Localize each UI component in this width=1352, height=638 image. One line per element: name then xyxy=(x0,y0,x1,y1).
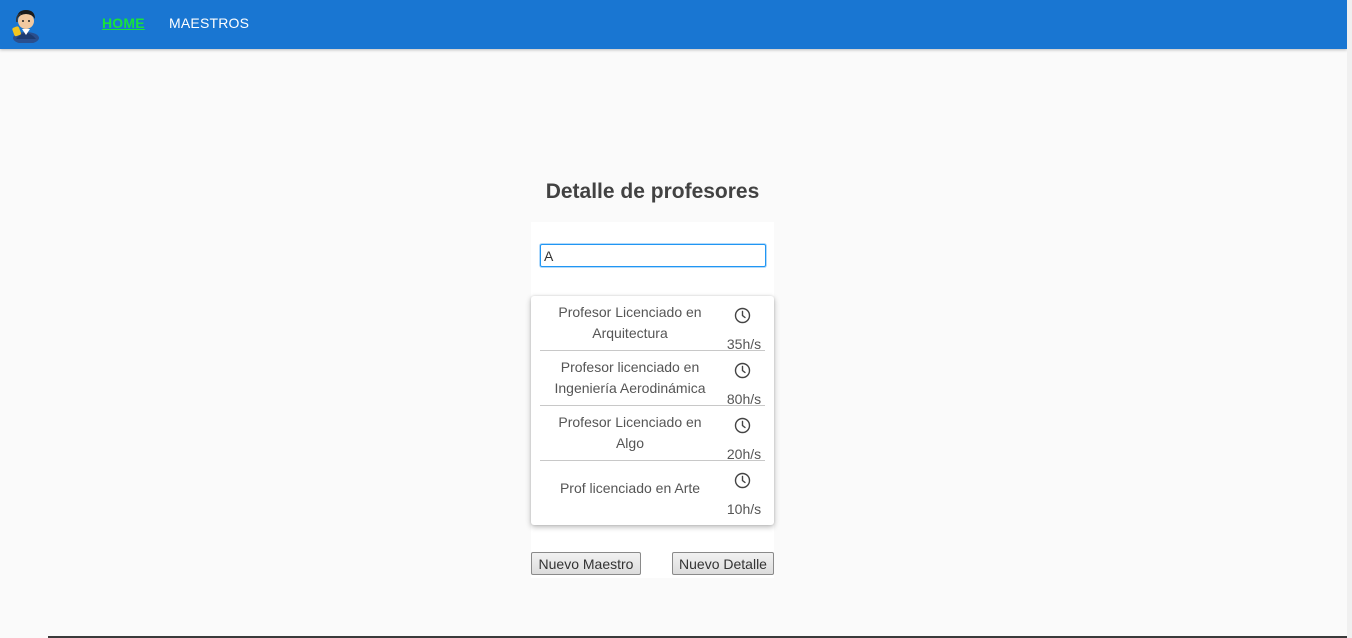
clock-icon xyxy=(734,307,751,324)
result-description-line: Ingeniería Aerodinámica xyxy=(554,380,706,396)
result-description-line: Algo xyxy=(615,435,644,451)
nav-maestros-link[interactable]: MAESTROS xyxy=(169,15,249,31)
result-item[interactable]: Profesor licenciado en Ingeniería Aerodin… xyxy=(540,351,765,407)
result-hours: 80h/s xyxy=(726,391,762,407)
result-description-line: Profesor Licenciado en xyxy=(558,414,702,430)
result-item[interactable]: Profesor Licenciado en Arquitectura 35h/s xyxy=(540,296,765,352)
result-hours: 20h/s xyxy=(726,446,762,462)
scrollbar-track[interactable] xyxy=(1347,0,1352,638)
page-title: Detalle de profesores xyxy=(545,180,760,203)
clock-icon xyxy=(734,472,751,489)
result-description: Profesor licenciado en Ingeniería Aerodin… xyxy=(540,351,720,405)
result-item[interactable]: Profesor Licenciado en Algo 20h/s xyxy=(540,406,765,462)
result-description-line: Arquitectura xyxy=(592,325,668,341)
result-description-line: Prof licenciado en Arte xyxy=(559,479,701,496)
result-description: Profesor Licenciado en Arquitectura xyxy=(540,296,720,350)
result-hours: 10h/s xyxy=(726,501,762,517)
top-app-bar: HOME MAESTROS xyxy=(0,0,1347,49)
autocomplete-dropdown: Profesor Licenciado en Arquitectura 35h/s… xyxy=(531,296,774,525)
result-item[interactable]: Prof licenciado en Arte 10h/s xyxy=(540,461,765,517)
search-input[interactable] xyxy=(540,244,766,267)
result-description: Prof licenciado en Arte xyxy=(540,461,720,515)
clock-icon xyxy=(734,362,751,379)
result-description-line: Profesor Licenciado en xyxy=(558,304,702,320)
nuevo-detalle-button[interactable]: Nuevo Detalle xyxy=(672,552,774,575)
result-hours: 35h/s xyxy=(726,336,762,352)
nuevo-maestro-button[interactable]: Nuevo Maestro xyxy=(531,552,641,575)
user-support-avatar-icon[interactable] xyxy=(8,5,44,43)
nav-home-link[interactable]: HOME xyxy=(102,15,145,31)
clock-icon xyxy=(734,417,751,434)
result-description: Profesor Licenciado en Algo xyxy=(540,406,720,460)
result-description-line: Profesor licenciado en xyxy=(560,359,700,375)
